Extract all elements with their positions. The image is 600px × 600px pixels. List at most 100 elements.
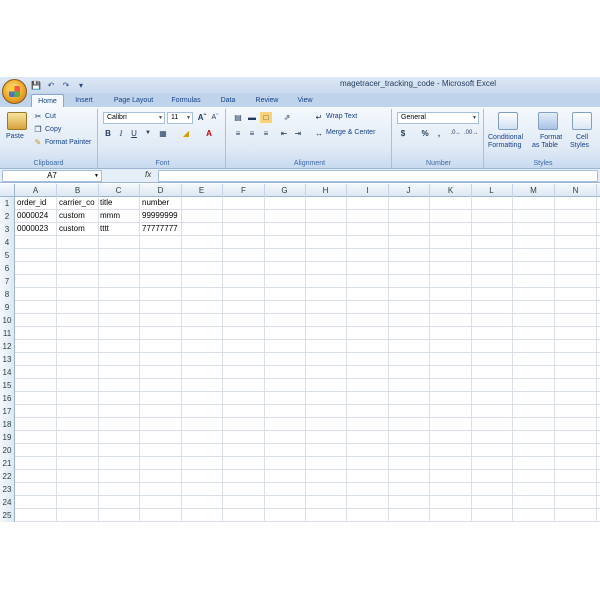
cell-h25[interactable] bbox=[305, 509, 347, 521]
align-right-icon[interactable]: ≡ bbox=[260, 128, 272, 139]
cell-d8[interactable] bbox=[140, 288, 182, 300]
cell-m24[interactable] bbox=[513, 496, 555, 508]
cell-l6[interactable] bbox=[471, 262, 513, 274]
cell-f25[interactable] bbox=[223, 509, 265, 521]
cell-h18[interactable] bbox=[305, 418, 347, 430]
cell-l15[interactable] bbox=[471, 379, 513, 391]
cell-l25[interactable] bbox=[471, 509, 513, 521]
cell-j2[interactable] bbox=[388, 210, 430, 222]
column-header-e[interactable]: E bbox=[181, 184, 223, 197]
row-header[interactable]: 17 bbox=[0, 405, 15, 418]
cell-k3[interactable] bbox=[430, 223, 472, 235]
cell-d3[interactable]: 77777777 bbox=[140, 223, 182, 235]
cell-j15[interactable] bbox=[388, 379, 430, 391]
cell-k8[interactable] bbox=[430, 288, 472, 300]
cell-j11[interactable] bbox=[388, 327, 430, 339]
cell-m23[interactable] bbox=[513, 483, 555, 495]
cell-f9[interactable] bbox=[223, 301, 265, 313]
cell-k1[interactable] bbox=[430, 197, 472, 209]
cell-m22[interactable] bbox=[513, 470, 555, 482]
cell-m6[interactable] bbox=[513, 262, 555, 274]
cell-n18[interactable] bbox=[555, 418, 597, 430]
cell-l4[interactable] bbox=[471, 236, 513, 248]
cell-e1[interactable] bbox=[181, 197, 223, 209]
cell-l20[interactable] bbox=[471, 444, 513, 456]
cell-l10[interactable] bbox=[471, 314, 513, 326]
cell-n14[interactable] bbox=[555, 366, 597, 378]
cell-d10[interactable] bbox=[140, 314, 182, 326]
row-header[interactable]: 25 bbox=[0, 509, 15, 522]
cell-h4[interactable] bbox=[305, 236, 347, 248]
cell-i9[interactable] bbox=[347, 301, 389, 313]
cell-f7[interactable] bbox=[223, 275, 265, 287]
cell-j16[interactable] bbox=[388, 392, 430, 404]
cell-i10[interactable] bbox=[347, 314, 389, 326]
tab-formulas[interactable]: Formulas bbox=[166, 94, 206, 107]
cell-a19[interactable] bbox=[15, 431, 57, 443]
cell-c6[interactable] bbox=[98, 262, 140, 274]
cell-n3[interactable] bbox=[555, 223, 597, 235]
cell-l2[interactable] bbox=[471, 210, 513, 222]
cell-f20[interactable] bbox=[223, 444, 265, 456]
cell-h5[interactable] bbox=[305, 249, 347, 261]
cell-m11[interactable] bbox=[513, 327, 555, 339]
cell-c13[interactable] bbox=[98, 353, 140, 365]
cell-m10[interactable] bbox=[513, 314, 555, 326]
cell-k2[interactable] bbox=[430, 210, 472, 222]
insert-function-button[interactable]: fx bbox=[145, 170, 151, 179]
align-left-icon[interactable]: ≡ bbox=[232, 128, 244, 139]
column-header-l[interactable]: L bbox=[471, 184, 513, 197]
cell-n15[interactable] bbox=[555, 379, 597, 391]
increase-decimal-icon[interactable]: .0← bbox=[450, 128, 462, 139]
cell-h15[interactable] bbox=[305, 379, 347, 391]
cut-button[interactable]: Cut bbox=[45, 113, 56, 120]
cell-j4[interactable] bbox=[388, 236, 430, 248]
cell-g18[interactable] bbox=[264, 418, 306, 430]
cell-i23[interactable] bbox=[347, 483, 389, 495]
cell-g21[interactable] bbox=[264, 457, 306, 469]
cell-k24[interactable] bbox=[430, 496, 472, 508]
cell-m21[interactable] bbox=[513, 457, 555, 469]
column-header-b[interactable]: B bbox=[57, 184, 99, 197]
cell-a16[interactable] bbox=[15, 392, 57, 404]
cell-e15[interactable] bbox=[181, 379, 223, 391]
cell-f18[interactable] bbox=[223, 418, 265, 430]
cell-f13[interactable] bbox=[223, 353, 265, 365]
fill-color-icon[interactable]: ◢ bbox=[180, 128, 192, 139]
cell-m13[interactable] bbox=[513, 353, 555, 365]
cell-b22[interactable] bbox=[57, 470, 99, 482]
cell-e23[interactable] bbox=[181, 483, 223, 495]
cell-f3[interactable] bbox=[223, 223, 265, 235]
cell-h13[interactable] bbox=[305, 353, 347, 365]
cell-c5[interactable] bbox=[98, 249, 140, 261]
cell-i4[interactable] bbox=[347, 236, 389, 248]
cell-b21[interactable] bbox=[57, 457, 99, 469]
column-header-i[interactable]: I bbox=[347, 184, 389, 197]
cell-h16[interactable] bbox=[305, 392, 347, 404]
align-center-icon[interactable]: ≡ bbox=[246, 128, 258, 139]
borders-icon[interactable]: ▦ bbox=[156, 128, 170, 139]
row-header[interactable]: 5 bbox=[0, 249, 15, 262]
cell-c20[interactable] bbox=[98, 444, 140, 456]
cell-c22[interactable] bbox=[98, 470, 140, 482]
cell-b20[interactable] bbox=[57, 444, 99, 456]
column-header-n[interactable]: N bbox=[555, 184, 597, 197]
cell-b10[interactable] bbox=[57, 314, 99, 326]
cell-e22[interactable] bbox=[181, 470, 223, 482]
cell-j7[interactable] bbox=[388, 275, 430, 287]
cell-g16[interactable] bbox=[264, 392, 306, 404]
cell-h10[interactable] bbox=[305, 314, 347, 326]
cell-d5[interactable] bbox=[140, 249, 182, 261]
tab-insert[interactable]: Insert bbox=[68, 94, 100, 107]
cell-i15[interactable] bbox=[347, 379, 389, 391]
cell-i18[interactable] bbox=[347, 418, 389, 430]
cell-m2[interactable] bbox=[513, 210, 555, 222]
cell-a21[interactable] bbox=[15, 457, 57, 469]
cell-m16[interactable] bbox=[513, 392, 555, 404]
cell-j5[interactable] bbox=[388, 249, 430, 261]
cell-k16[interactable] bbox=[430, 392, 472, 404]
row-header[interactable]: 1 bbox=[0, 197, 15, 210]
cell-h24[interactable] bbox=[305, 496, 347, 508]
cell-e18[interactable] bbox=[181, 418, 223, 430]
cell-n7[interactable] bbox=[555, 275, 597, 287]
